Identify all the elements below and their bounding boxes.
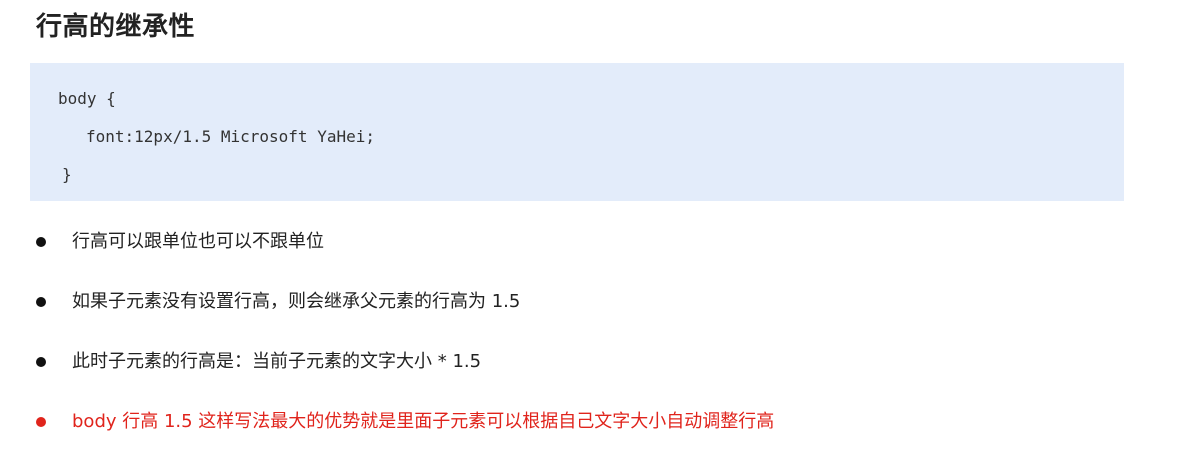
list-item-text: 如果子元素没有设置行高，则会继承父元素的行高为 1.5 bbox=[72, 291, 521, 312]
section-heading: 行高的继承性 bbox=[36, 12, 196, 42]
list-item-highlight: body 行高 1.5 这样写法最大的优势就是里面子元素可以根据自己文字大小自动… bbox=[34, 408, 1154, 436]
list-item: 如果子元素没有设置行高，则会继承父元素的行高为 1.5 bbox=[34, 288, 1154, 316]
list-item: 行高可以跟单位也可以不跟单位 bbox=[34, 228, 1154, 256]
bullet-dot-icon bbox=[36, 237, 46, 247]
list-item-text: 行高可以跟单位也可以不跟单位 bbox=[72, 231, 324, 252]
bullet-dot-icon bbox=[36, 357, 46, 367]
document-page: 行高的继承性 body { font:12px/1.5 Microsoft Ya… bbox=[0, 0, 1186, 434]
list-item-text: body 行高 1.5 这样写法最大的优势就是里面子元素可以根据自己文字大小自动… bbox=[72, 411, 775, 432]
code-line-1: body { bbox=[58, 89, 116, 108]
bullet-dot-icon bbox=[36, 417, 46, 427]
code-block: body { font:12px/1.5 Microsoft YaHei; } bbox=[30, 63, 1124, 201]
bullet-list: 行高可以跟单位也可以不跟单位 如果子元素没有设置行高，则会继承父元素的行高为 1… bbox=[34, 228, 1154, 468]
bullet-dot-icon bbox=[36, 297, 46, 307]
list-item-text: 此时子元素的行高是：当前子元素的文字大小 * 1.5 bbox=[72, 351, 482, 372]
code-line-3: } bbox=[62, 165, 72, 184]
code-line-2: font:12px/1.5 Microsoft YaHei; bbox=[86, 127, 375, 146]
list-item: 此时子元素的行高是：当前子元素的文字大小 * 1.5 bbox=[34, 348, 1154, 376]
